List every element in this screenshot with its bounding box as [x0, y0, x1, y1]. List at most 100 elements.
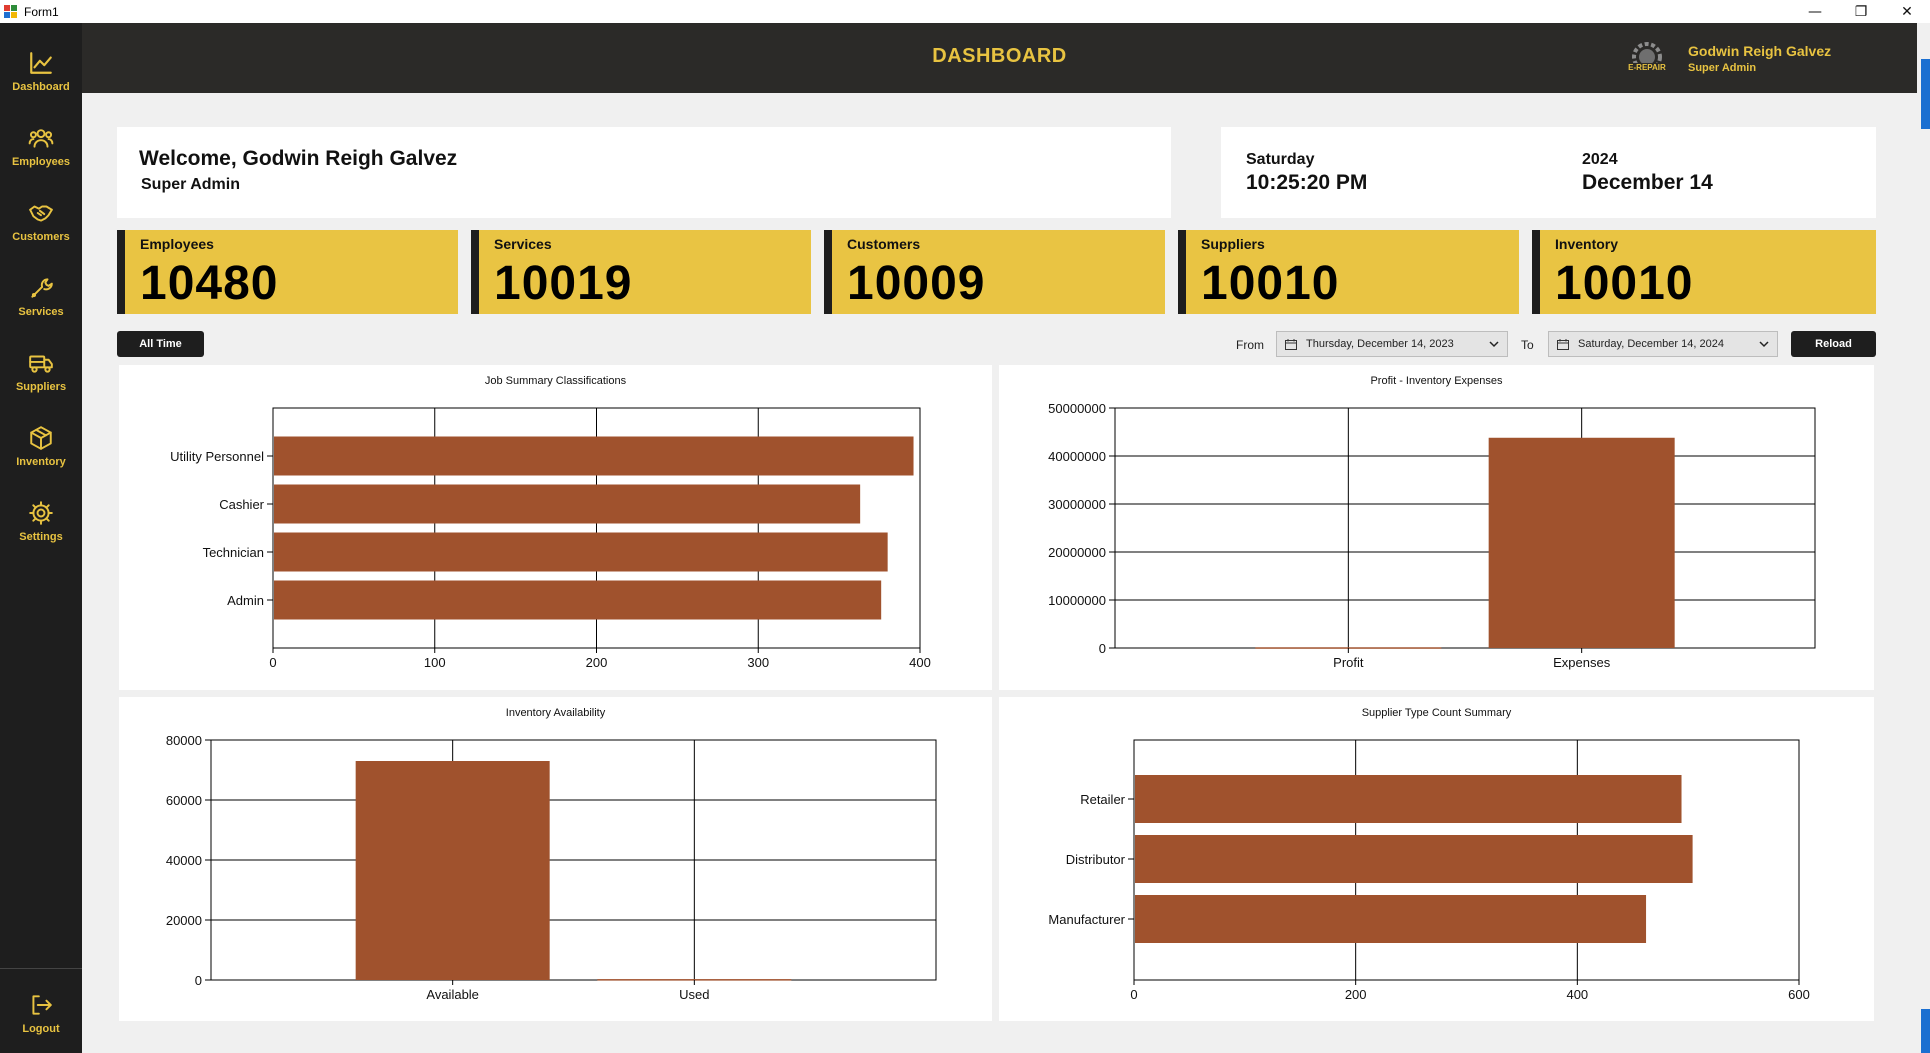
- plot-frame: [1114, 407, 1816, 649]
- sidebar-item-logout[interactable]: Logout: [0, 978, 82, 1053]
- sidebar-item-settings[interactable]: Settings: [0, 486, 82, 561]
- welcome-role: Super Admin: [141, 176, 240, 193]
- sidebar: Dashboard Employees Customers Services S…: [0, 23, 82, 1053]
- company-logo: E-REPAIR: [1626, 42, 1668, 72]
- x-tick-label: 300: [747, 655, 769, 670]
- to-date-value: Saturday, December 14, 2024: [1578, 338, 1724, 350]
- day-label: Saturday: [1246, 151, 1315, 168]
- restore-button[interactable]: ❐: [1838, 0, 1884, 23]
- user-name: Godwin Reigh Galvez: [1688, 43, 1832, 59]
- from-date-value: Thursday, December 14, 2023: [1306, 338, 1454, 350]
- y-tick-label: 40000: [166, 853, 202, 868]
- scrollbar[interactable]: [1917, 23, 1930, 1053]
- stat-label: Suppliers: [1201, 236, 1265, 252]
- sidebar-item-employees[interactable]: Employees: [0, 111, 82, 186]
- x-tick-label: Profit: [1333, 655, 1364, 670]
- chart-panel-supplier-types: Supplier Type Count Summary 0 200 400 600 Re…: [999, 697, 1874, 1021]
- bar: [274, 436, 914, 476]
- sidebar-item-suppliers[interactable]: Suppliers: [0, 336, 82, 411]
- sidebar-item-label: Employees: [11, 156, 71, 168]
- y-tick-label: 80000: [166, 733, 202, 748]
- from-date-picker[interactable]: Thursday, December 14, 2023: [1276, 331, 1508, 357]
- bar: [1135, 895, 1647, 943]
- handshake-icon: [29, 205, 53, 222]
- x-tick-label: 200: [1345, 987, 1367, 1002]
- stat-card-employees: Employees 10480: [117, 230, 458, 314]
- y-tick-label: 10000000: [1048, 593, 1106, 608]
- sidebar-item-label: Services: [18, 306, 64, 318]
- sidebar-item-label: Dashboard: [12, 81, 70, 93]
- app-icon: [4, 4, 18, 19]
- x-tick-label: 0: [1130, 987, 1137, 1002]
- window-title: Form1: [24, 4, 59, 19]
- minimize-button[interactable]: —: [1792, 0, 1838, 23]
- scrollbar-thumb-lower[interactable]: [1921, 1009, 1930, 1053]
- sidebar-item-label: Logout: [22, 1023, 60, 1035]
- logout-icon: [32, 995, 52, 1015]
- close-button[interactable]: ✕: [1884, 0, 1930, 23]
- gear-icon: [29, 501, 53, 525]
- to-date-picker[interactable]: Saturday, December 14, 2024: [1548, 331, 1778, 357]
- y-tick-label: Cashier: [219, 497, 264, 512]
- x-tick-label: 100: [424, 655, 446, 670]
- time-label: 10:25:20 PM: [1246, 171, 1368, 194]
- y-tick-label: 20000: [166, 913, 202, 928]
- wrench-icon: [31, 278, 53, 298]
- sidebar-item-inventory[interactable]: Inventory: [0, 411, 82, 486]
- reload-button[interactable]: Reload: [1791, 331, 1876, 357]
- year-label: 2024: [1582, 151, 1618, 168]
- y-tick-label: 50000000: [1048, 401, 1106, 416]
- bar: [1488, 437, 1675, 648]
- stat-value: 10019: [494, 257, 633, 310]
- y-tick-label: Technician: [203, 545, 264, 560]
- stat-card-inventory: Inventory 10010: [1532, 230, 1876, 314]
- welcome-title: Welcome, Godwin Reigh Galvez: [139, 147, 458, 170]
- sidebar-item-dashboard[interactable]: Dashboard: [0, 36, 82, 111]
- bar: [355, 761, 550, 980]
- sidebar-item-services[interactable]: Services: [0, 261, 82, 336]
- x-tick-label: 600: [1788, 987, 1810, 1002]
- chart-panel-job-summary: Job Summary Classifications 0 100 200 300 40…: [119, 365, 992, 690]
- stat-card-customers: Customers 10009: [824, 230, 1165, 314]
- header-bar: DASHBOARD E-REPAIR Godwin Reigh Galvez S…: [82, 23, 1917, 93]
- y-tick-label: 40000000: [1048, 449, 1106, 464]
- truck-icon: [29, 355, 53, 373]
- calendar-icon: [1557, 338, 1569, 350]
- chart-panel-profit-expenses: Profit - Inventory Expenses 0 10000000 200…: [999, 365, 1874, 690]
- people-icon: [28, 129, 54, 148]
- y-tick-label: 60000: [166, 793, 202, 808]
- sidebar-item-label: Settings: [19, 531, 63, 543]
- x-tick-label: Expenses: [1553, 655, 1611, 670]
- all-time-button[interactable]: All Time: [117, 331, 204, 357]
- stat-card-services: Services 10019: [471, 230, 811, 314]
- calendar-icon: [1285, 338, 1297, 350]
- box-icon: [30, 426, 52, 450]
- sidebar-item-label: Inventory: [16, 456, 66, 468]
- stat-value: 10010: [1555, 257, 1694, 310]
- stat-card-suppliers: Suppliers 10010: [1178, 230, 1519, 314]
- bar: [274, 580, 882, 620]
- bar: [1135, 835, 1693, 883]
- stat-value: 10480: [140, 257, 279, 310]
- bar: [1135, 775, 1682, 823]
- x-tick-label: 400: [1566, 987, 1588, 1002]
- y-tick-label: 0: [195, 973, 202, 988]
- stat-label: Inventory: [1555, 236, 1619, 252]
- datetime-card: Saturday 10:25:20 PM 2024 December 14: [1221, 127, 1876, 218]
- y-tick-label: Utility Personnel: [170, 449, 264, 464]
- sidebar-item-customers[interactable]: Customers: [0, 186, 82, 261]
- chart-line-icon: [30, 52, 52, 74]
- stat-label: Employees: [140, 236, 214, 252]
- bar: [274, 532, 888, 572]
- logo-text: E-REPAIR: [1628, 63, 1666, 72]
- x-tick-label: Used: [679, 987, 709, 1002]
- y-tick-label: 30000000: [1048, 497, 1106, 512]
- scrollbar-thumb[interactable]: [1921, 59, 1930, 129]
- stat-label: Customers: [847, 236, 921, 252]
- welcome-card: Welcome, Godwin Reigh Galvez Super Admin: [117, 127, 1171, 218]
- sidebar-item-label: Suppliers: [15, 381, 67, 393]
- y-tick-label: Distributor: [1066, 852, 1126, 867]
- x-tick-label: 400: [909, 655, 931, 670]
- chevron-down-icon: [1489, 341, 1499, 348]
- chevron-down-icon: [1759, 341, 1769, 348]
